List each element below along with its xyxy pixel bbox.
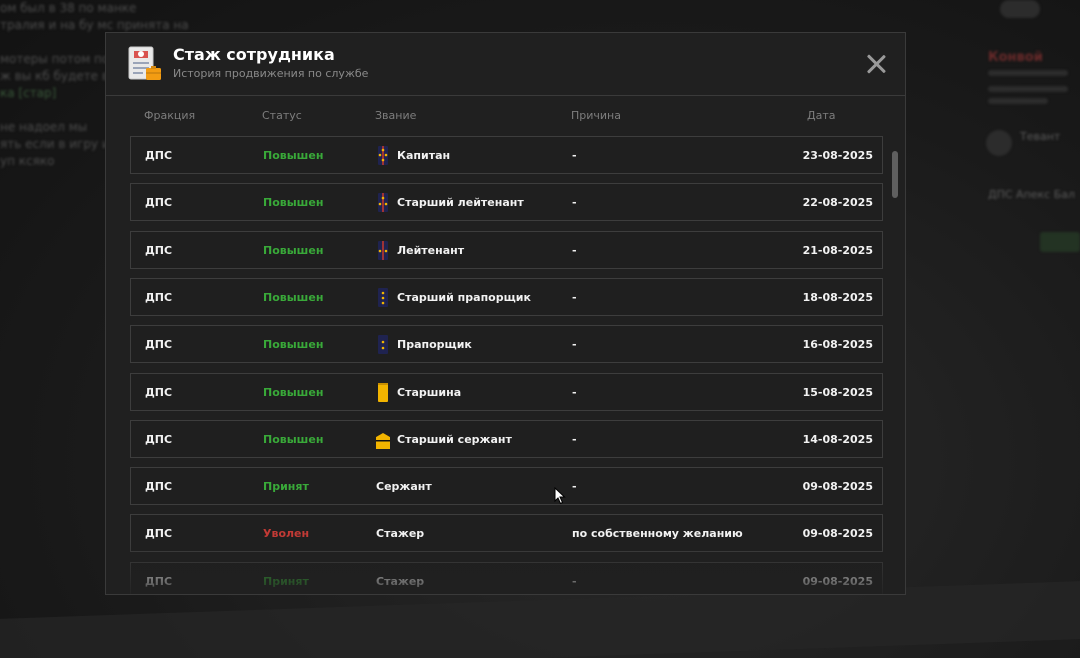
status-badge: Принят (263, 574, 309, 588)
document-badge-icon (128, 46, 161, 80)
column-header-status: Статус (262, 109, 302, 122)
epaulette-lieutenant-icon (378, 240, 388, 260)
cell-date: 22-08-2025 (802, 196, 873, 210)
employee-history-modal: Стаж сотрудника История продвижения по с… (105, 32, 906, 595)
epaulette-senior-lieutenant-icon (378, 193, 388, 213)
mouse-cursor-icon (554, 487, 566, 505)
cell-rank: Лейтенант (397, 243, 465, 257)
epaulette-senior-sergeant-icon (376, 432, 390, 449)
history-row[interactable]: ДПС Повышен Старший лейтенант - 22-08-2025 (130, 183, 883, 222)
status-badge: Повышен (263, 243, 324, 257)
history-row[interactable]: ДПС Принят Стажер - 09-08-2025 (130, 561, 883, 594)
background-panel-item: Тевант (1020, 130, 1061, 143)
cell-faction: ДПС (145, 432, 173, 446)
cell-reason: - (572, 480, 577, 494)
status-badge: Повышен (263, 385, 324, 399)
cell-date: 14-08-2025 (802, 432, 873, 446)
cell-faction: ДПС (145, 149, 173, 162)
background-side-panel: Конвой Тевант ДПС Апекс Бал (980, 0, 1080, 658)
cell-date: 18-08-2025 (802, 290, 873, 304)
cell-date: 09-08-2025 (802, 480, 873, 494)
epaulette-warrant-icon (378, 335, 388, 355)
cell-reason: по собственному желанию (572, 527, 743, 541)
column-header-reason: Причина (571, 109, 621, 122)
cell-reason: - (572, 196, 577, 210)
status-badge: Повышен (263, 338, 324, 352)
cell-date: 09-08-2025 (802, 527, 873, 541)
epaulette-senior-warrant-icon (378, 287, 388, 307)
cell-date: 21-08-2025 (802, 243, 873, 257)
cell-date: 09-08-2025 (802, 574, 873, 588)
status-badge: Принят (263, 480, 309, 494)
cell-faction: ДПС (145, 480, 173, 494)
cell-faction: ДПС (145, 243, 173, 257)
cell-rank: Старший прапорщик (397, 290, 531, 304)
cell-rank: Старший лейтенант (397, 196, 524, 210)
scrollbar-thumb[interactable] (892, 151, 898, 198)
history-row[interactable]: ДПС Принят Сержант - 09-08-2025 (130, 467, 883, 506)
history-list: ДПС Повышен Капитан - 23-08-2025 ДПС Повышен Ст… (130, 136, 883, 594)
background-chat-line: ом был в 38 по манке (0, 1, 137, 15)
cell-rank: Сержант (376, 480, 432, 494)
history-row[interactable]: ДПС Повышен Старший сержант - 14-08-2025 (130, 419, 883, 458)
background-panel-sub: ДПС Апекс Бал (988, 188, 1076, 201)
cell-rank: Старшина (397, 385, 462, 399)
column-header-date: Дата (807, 109, 836, 122)
cell-rank: Стажер (376, 574, 425, 588)
cell-reason: - (572, 338, 577, 352)
cell-reason: - (572, 432, 577, 446)
cell-faction: ДПС (145, 527, 173, 541)
modal-title: Стаж сотрудника (173, 45, 335, 64)
cell-reason: - (572, 385, 577, 399)
column-header-faction: Фракция (144, 109, 196, 122)
close-icon[interactable] (863, 51, 889, 77)
status-badge: Повышен (263, 196, 324, 210)
cell-reason: - (572, 243, 577, 257)
cell-date: 23-08-2025 (802, 149, 873, 162)
modal-header: Стаж сотрудника История продвижения по с… (106, 33, 905, 96)
cell-reason: - (572, 290, 577, 304)
cell-faction: ДПС (145, 574, 173, 588)
background-panel-title: Конвой (988, 50, 1043, 65)
history-row[interactable]: ДПС Повышен Капитан - 23-08-2025 (130, 136, 883, 174)
cell-rank: Старший сержант (397, 432, 512, 446)
cell-rank: Прапорщик (397, 338, 472, 352)
cell-faction: ДПС (145, 290, 173, 304)
status-badge: Повышен (263, 432, 324, 446)
cell-reason: - (572, 149, 577, 162)
cell-faction: ДПС (145, 338, 173, 352)
epaulette-captain-icon (378, 146, 388, 165)
scrollbar-track[interactable] (890, 150, 897, 590)
cell-rank: Капитан (397, 149, 451, 162)
status-badge: Уволен (263, 527, 310, 541)
column-header-rank: Звание (375, 109, 417, 122)
history-row[interactable]: ДПС Повышен Старший прапорщик - 18-08-2025 (130, 277, 883, 316)
epaulette-starshina-icon (378, 382, 388, 402)
cell-date: 15-08-2025 (802, 385, 873, 399)
history-row[interactable]: ДПС Повышен Лейтенант - 21-08-2025 (130, 230, 883, 269)
modal-subtitle: История продвижения по службе (173, 67, 369, 80)
history-row[interactable]: ДПС Уволен Стажер по собственному желанию 09… (130, 514, 883, 553)
status-badge: Повышен (263, 149, 324, 162)
cell-reason: - (572, 574, 577, 588)
cell-rank: Стажер (376, 527, 425, 541)
history-row[interactable]: ДПС Повышен Прапорщик - 16-08-2025 (130, 325, 883, 364)
status-badge: Повышен (263, 290, 324, 304)
table-header: Фракция Статус Звание Причина Дата (106, 109, 905, 125)
cell-date: 16-08-2025 (802, 338, 873, 352)
cell-faction: ДПС (145, 196, 173, 210)
cell-faction: ДПС (145, 385, 173, 399)
history-row[interactable]: ДПС Повышен Старшина - 15-08-2025 (130, 372, 883, 411)
